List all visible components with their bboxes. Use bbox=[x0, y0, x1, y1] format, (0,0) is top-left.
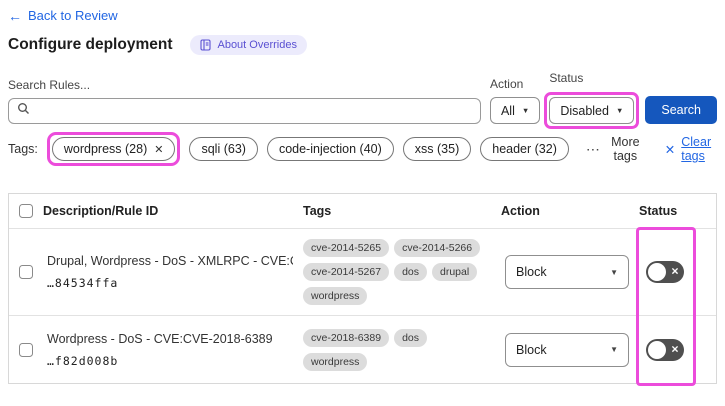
search-rules-label: Search Rules... bbox=[8, 78, 91, 92]
table-row: Drupal, Wordpress - DoS - XMLRPC - CVE:C… bbox=[9, 228, 716, 315]
chevron-down-icon: ▼ bbox=[521, 106, 530, 115]
tag-filter-wordpress[interactable]: wordpress (28) ✕ bbox=[51, 137, 176, 161]
clear-tags-link[interactable]: ✕ Clear tags bbox=[665, 135, 717, 163]
rule-description: Wordpress - DoS - CVE:CVE-2018-6389 bbox=[47, 331, 273, 346]
remove-tag-icon[interactable]: ✕ bbox=[154, 143, 163, 156]
chevron-down-icon: ▼ bbox=[610, 345, 618, 354]
selected-tag-label: wordpress (28) bbox=[63, 142, 148, 156]
toggle-knob bbox=[648, 340, 666, 359]
rules-table: Description/Rule ID Tags Action Status D… bbox=[8, 193, 717, 386]
about-overrides-badge[interactable]: About Overrides bbox=[190, 35, 307, 55]
tag-chip: cve-2014-5265 bbox=[303, 239, 390, 257]
action-select[interactable]: Block ▼ bbox=[505, 255, 629, 289]
toggle-off-x-icon: ✕ bbox=[671, 343, 679, 355]
rule-tags: cve-2018-6389 dos wordpress bbox=[303, 319, 501, 381]
tag-pill-group: sqli (63) code-injection (40) xss (35) head… bbox=[189, 137, 569, 161]
search-icon bbox=[17, 102, 30, 120]
page-title: Configure deployment bbox=[8, 36, 173, 53]
search-rules-input[interactable] bbox=[36, 104, 472, 118]
tag-filter-pill[interactable]: header (32) bbox=[480, 137, 569, 161]
column-header-tags: Tags bbox=[303, 204, 332, 218]
column-header-action: Action bbox=[501, 204, 540, 218]
status-toggle[interactable]: ✕ bbox=[646, 338, 684, 361]
column-header-description: Description/Rule ID bbox=[43, 204, 159, 218]
chevron-down-icon: ▼ bbox=[610, 267, 618, 277]
chevron-down-icon: ▼ bbox=[615, 106, 624, 115]
tag-chip: drupal bbox=[432, 263, 478, 281]
status-filter-value: Disabled bbox=[560, 103, 609, 118]
more-tags-label: More tags bbox=[611, 135, 640, 163]
select-all-checkbox[interactable] bbox=[19, 204, 33, 218]
about-overrides-label: About Overrides bbox=[217, 39, 297, 51]
row-checkbox[interactable] bbox=[19, 342, 33, 357]
rule-id: …f82d008b bbox=[47, 353, 119, 368]
status-filter-highlight-box: Disabled ▼ bbox=[544, 92, 640, 129]
ellipsis-icon: ⋯ bbox=[585, 140, 601, 157]
tag-filter-pill[interactable]: sqli (63) bbox=[189, 137, 258, 161]
search-button[interactable]: Search bbox=[645, 96, 717, 124]
status-filter-dropdown[interactable]: Disabled ▼ bbox=[549, 97, 635, 124]
tag-filter-pill[interactable]: xss (35) bbox=[402, 137, 472, 161]
search-rules-box bbox=[8, 98, 481, 124]
more-tags-button[interactable]: ⋯ More tags bbox=[586, 135, 642, 163]
toggle-knob bbox=[648, 263, 666, 281]
status-filter-label: Status bbox=[549, 71, 584, 85]
status-toggle[interactable]: ✕ bbox=[646, 261, 684, 283]
back-link-label: Back to Review bbox=[28, 8, 118, 23]
row-checkbox[interactable] bbox=[19, 265, 33, 279]
clear-icon: ✕ bbox=[664, 142, 676, 157]
rule-id: …84534ffa bbox=[47, 276, 119, 290]
rule-tags: cve-2014-5265 cve-2014-5266 cve-2014-5267 d… bbox=[303, 229, 501, 315]
tag-chip: wordpress bbox=[303, 352, 368, 371]
table-row: Wordpress - DoS - CVE:CVE-2018-6389 …f82… bbox=[9, 315, 716, 383]
tag-chip: wordpress bbox=[303, 287, 368, 305]
tag-chip: cve-2018-6389 bbox=[303, 328, 390, 347]
document-icon bbox=[200, 39, 212, 51]
tag-filter-pill[interactable]: code-injection (40) bbox=[266, 137, 394, 161]
column-header-status: Status bbox=[639, 204, 678, 218]
table-header-row: Description/Rule ID Tags Action Status bbox=[9, 194, 716, 228]
tag-chip: cve-2014-5266 bbox=[394, 239, 481, 257]
action-select[interactable]: Block ▼ bbox=[505, 332, 629, 367]
action-filter-value: All bbox=[500, 103, 515, 118]
tags-bar-label: Tags: bbox=[8, 142, 38, 156]
action-filter-label: Action bbox=[489, 77, 524, 91]
action-filter-dropdown[interactable]: All ▼ bbox=[489, 97, 541, 124]
tag-chip: dos bbox=[394, 263, 427, 281]
tag-chip: cve-2014-5267 bbox=[303, 263, 390, 281]
back-arrow-icon: ← bbox=[8, 7, 22, 24]
action-select-value: Block bbox=[516, 342, 547, 357]
clear-tags-label: Clear tags bbox=[681, 135, 712, 163]
tag-chip: dos bbox=[394, 328, 427, 347]
toggle-off-x-icon: ✕ bbox=[671, 266, 679, 278]
selected-tag-highlight-box: wordpress (28) ✕ bbox=[46, 132, 181, 166]
action-select-value: Block bbox=[516, 265, 547, 279]
rule-description: Drupal, Wordpress - DoS - XMLRPC - CVE:C… bbox=[47, 254, 293, 268]
back-to-review-link[interactable]: ← Back to Review bbox=[8, 8, 118, 23]
